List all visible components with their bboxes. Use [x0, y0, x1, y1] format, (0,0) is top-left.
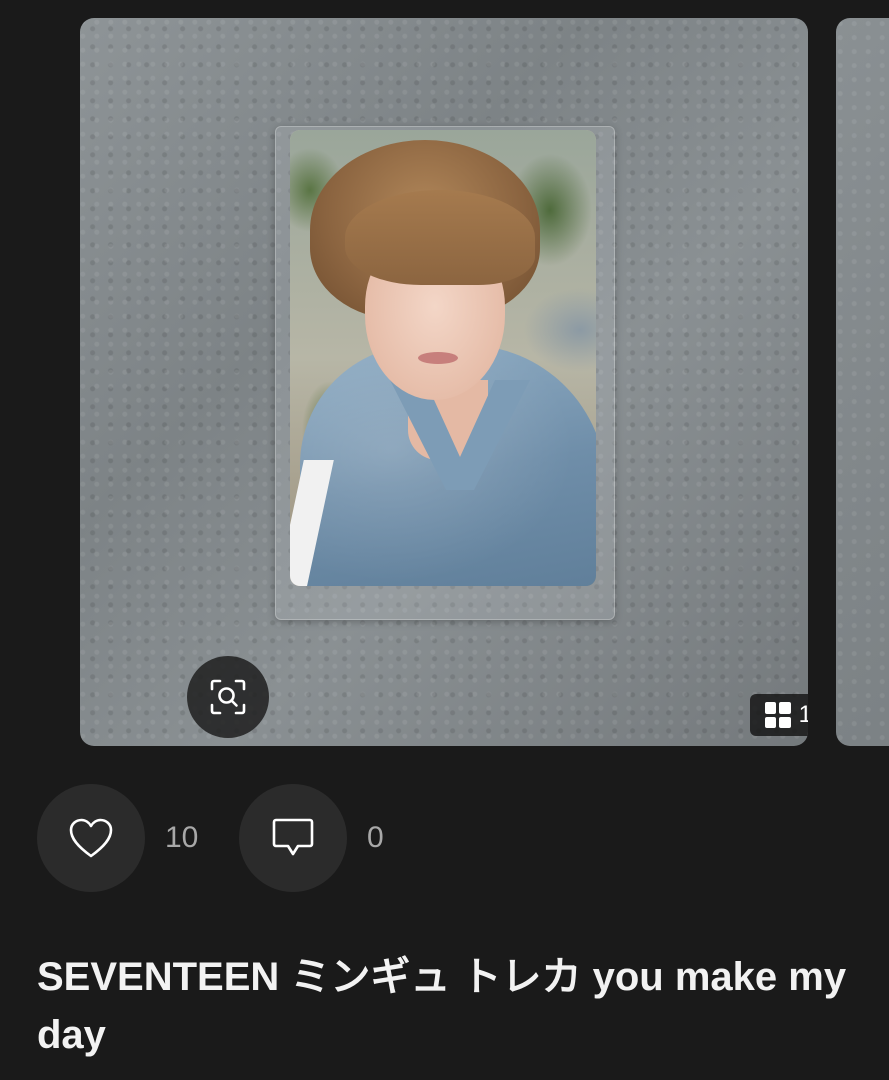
- image-carousel[interactable]: 1 / 2: [0, 0, 889, 760]
- photocard-lips: [418, 352, 458, 364]
- zoom-button[interactable]: [187, 656, 269, 738]
- image-counter[interactable]: 1 / 2: [750, 694, 808, 736]
- comment-count: 0: [367, 821, 384, 854]
- grid-icon: [764, 702, 791, 728]
- subtitle-peek: [37, 1074, 337, 1080]
- like-count: 10: [165, 821, 199, 854]
- like-button[interactable]: [37, 784, 145, 892]
- image-counter-text: 1 / 2: [798, 701, 808, 728]
- comment-icon: [272, 818, 314, 856]
- photocard-image: [290, 130, 596, 586]
- zoom-scan-icon: [210, 679, 246, 715]
- photocard-fringe: [345, 190, 535, 285]
- next-photo-preview[interactable]: [836, 18, 889, 746]
- comment-button[interactable]: [239, 784, 347, 892]
- heart-icon: [69, 818, 113, 858]
- action-bar: 10 0: [37, 784, 441, 892]
- product-photo[interactable]: 1 / 2: [80, 18, 808, 746]
- item-title: SEVENTEEN ミンギュ トレカ you make my day: [37, 955, 847, 1057]
- item-detail-page: 1 / 2 10 0 SEVENTEEN ミンギュ トレカ you make m…: [0, 0, 889, 1080]
